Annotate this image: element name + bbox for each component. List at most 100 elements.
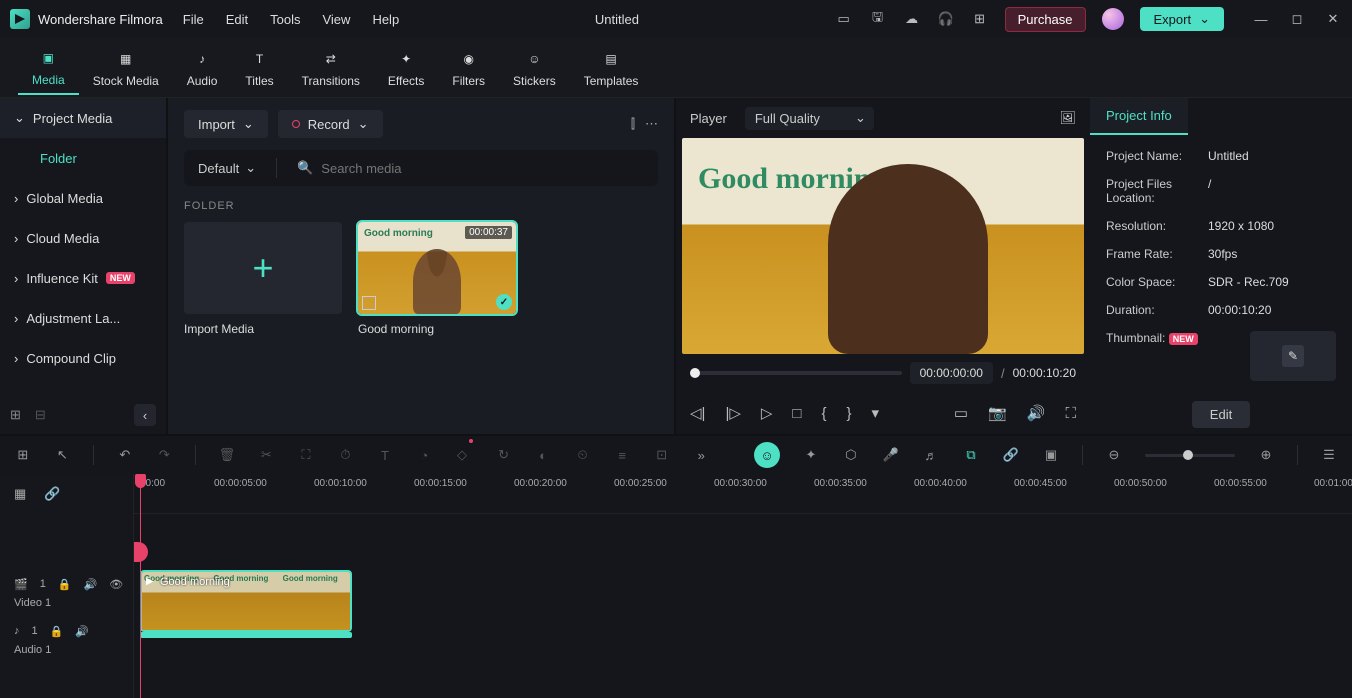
tracks-button[interactable]: ≡: [613, 448, 631, 463]
crop-button[interactable]: ⛶: [297, 447, 315, 463]
ai-button[interactable]: ☺: [754, 442, 780, 468]
marker-icon[interactable]: ⬡: [842, 447, 860, 463]
sidebar-item-global-media[interactable]: ›Global Media: [0, 178, 166, 218]
playhead-handle[interactable]: [134, 542, 148, 562]
visibility-icon[interactable]: 👁: [109, 578, 123, 591]
zoom-knob[interactable]: [1183, 450, 1193, 460]
tab-stickers[interactable]: ☺Stickers: [499, 42, 570, 94]
tab-templates[interactable]: ▤Templates: [570, 42, 653, 94]
rotate-button[interactable]: ↻: [495, 447, 513, 463]
undo-button[interactable]: ↶: [116, 447, 134, 463]
play-button[interactable]: ▷: [761, 404, 773, 422]
overlay-icon[interactable]: ▣: [1042, 447, 1060, 463]
purchase-button[interactable]: Purchase: [1005, 7, 1086, 32]
preview-area[interactable]: Good morning: [682, 138, 1084, 354]
music-icon[interactable]: ♬: [922, 448, 940, 463]
link-tracks-icon[interactable]: 🔗: [44, 486, 60, 502]
markers-button[interactable]: ▾: [872, 404, 880, 422]
timer-button[interactable]: ⏲: [574, 447, 592, 463]
project-info-tab[interactable]: Project Info: [1090, 98, 1188, 135]
close-button[interactable]: ✕: [1324, 10, 1342, 28]
mute-icon[interactable]: 🔊: [75, 625, 89, 638]
audio-track-header[interactable]: ♪1🔒🔊 Audio 1: [0, 617, 133, 664]
mark-in-button[interactable]: {: [821, 405, 826, 422]
device-icon[interactable]: ▭: [835, 10, 853, 28]
search-input[interactable]: [321, 161, 644, 176]
expand-button[interactable]: ⊡: [653, 447, 671, 463]
more-tools-button[interactable]: »: [692, 448, 710, 463]
tab-audio[interactable]: ♪Audio: [173, 42, 232, 94]
tab-transitions[interactable]: ⇄Transitions: [288, 42, 374, 94]
headphones-icon[interactable]: 🎧: [937, 10, 955, 28]
save-icon[interactable]: 🖫: [869, 10, 887, 28]
thumbnail-preview[interactable]: ✎: [1250, 331, 1336, 381]
split-button[interactable]: ✂: [258, 447, 276, 463]
fullscreen-icon[interactable]: ⛶: [1065, 405, 1076, 422]
view-mode-icon[interactable]: ☰: [1320, 447, 1338, 463]
tab-stock-media[interactable]: ▦Stock Media: [79, 42, 173, 94]
sort-default[interactable]: Default⌄: [188, 154, 266, 182]
cloud-icon[interactable]: ☁: [903, 10, 921, 28]
timeline-body[interactable]: 00:00 00:00:05:00 00:00:10:00 00:00:15:0…: [134, 474, 1352, 698]
timeline-layout-icon[interactable]: ▦: [14, 486, 26, 502]
text-button[interactable]: T: [376, 448, 394, 463]
menu-edit[interactable]: Edit: [226, 12, 248, 27]
seek-knob[interactable]: [690, 368, 700, 378]
sidebar-item-influence-kit[interactable]: ›Influence KitNEW: [0, 258, 166, 298]
link-icon[interactable]: 🔗: [1002, 447, 1020, 463]
tab-media[interactable]: ▣Media: [18, 41, 79, 95]
mic-icon[interactable]: 🎤: [882, 447, 900, 463]
zoom-out-button[interactable]: ⊖: [1105, 447, 1123, 463]
lock-icon[interactable]: 🔒: [50, 625, 64, 638]
redo-button[interactable]: ↷: [156, 447, 174, 463]
minimize-button[interactable]: —: [1252, 10, 1270, 28]
avatar[interactable]: [1102, 8, 1124, 30]
mark-out-button[interactable]: }: [847, 405, 852, 422]
prev-frame-button[interactable]: ◁|: [690, 404, 705, 422]
display-icon[interactable]: ▭: [954, 404, 968, 422]
playhead[interactable]: [140, 474, 141, 698]
apps-icon[interactable]: ⊞: [971, 10, 989, 28]
mute-icon[interactable]: 🔊: [84, 578, 98, 591]
lock-icon[interactable]: 🔒: [58, 578, 72, 591]
menu-view[interactable]: View: [322, 12, 350, 27]
enhance-icon[interactable]: ✦: [802, 447, 820, 463]
collapse-button[interactable]: ‹: [134, 404, 156, 426]
play-backward-button[interactable]: |▷: [725, 404, 740, 422]
maximize-button[interactable]: ◻: [1288, 10, 1306, 28]
quality-select[interactable]: Full Quality: [745, 107, 874, 130]
keyframe-button[interactable]: ◇: [455, 447, 473, 463]
import-button[interactable]: Import⌄: [184, 110, 268, 138]
filter-icon[interactable]: ⫿: [631, 116, 635, 132]
seek-bar[interactable]: [690, 371, 902, 375]
sidebar-item-compound-clip[interactable]: ›Compound Clip: [0, 338, 166, 378]
sidebar-item-cloud-media[interactable]: ›Cloud Media: [0, 218, 166, 258]
audio-clip[interactable]: [140, 632, 352, 638]
zoom-slider[interactable]: [1145, 454, 1235, 457]
export-button[interactable]: Export⌄: [1140, 7, 1224, 31]
snapshot-icon[interactable]: 🖼: [1059, 110, 1076, 126]
layout-icon[interactable]: ⊞: [14, 447, 32, 463]
more-icon[interactable]: ⋯: [645, 116, 658, 132]
menu-tools[interactable]: Tools: [270, 12, 300, 27]
camera-icon[interactable]: 📷: [988, 404, 1007, 422]
mask-button[interactable]: ◐: [534, 448, 552, 463]
new-bin-icon[interactable]: ⊟: [35, 407, 46, 423]
tab-titles[interactable]: TTitles: [231, 42, 287, 94]
import-media-tile[interactable]: +: [184, 222, 342, 314]
sidebar-item-folder[interactable]: Folder: [0, 138, 166, 178]
menu-help[interactable]: Help: [372, 12, 399, 27]
timeline-ruler[interactable]: 00:00 00:00:05:00 00:00:10:00 00:00:15:0…: [134, 474, 1352, 514]
timeline-clip[interactable]: ▶ Good morning Good morning Good morning…: [140, 570, 352, 632]
media-clip-tile[interactable]: Good morning 00:00:37 ✓: [358, 222, 516, 314]
magnet-icon[interactable]: ⧉: [962, 447, 980, 463]
stop-button[interactable]: □: [792, 405, 801, 422]
color-button[interactable]: ◔: [416, 448, 434, 463]
record-button[interactable]: Record⌄: [278, 110, 383, 138]
cursor-icon[interactable]: ↖: [54, 447, 72, 463]
volume-icon[interactable]: 🔊: [1027, 404, 1046, 422]
zoom-in-button[interactable]: ⊕: [1257, 447, 1275, 463]
speed-button[interactable]: ⏱: [337, 447, 355, 463]
new-folder-icon[interactable]: ⊞: [10, 407, 21, 423]
sidebar-item-project-media[interactable]: ⌄Project Media: [0, 98, 166, 138]
